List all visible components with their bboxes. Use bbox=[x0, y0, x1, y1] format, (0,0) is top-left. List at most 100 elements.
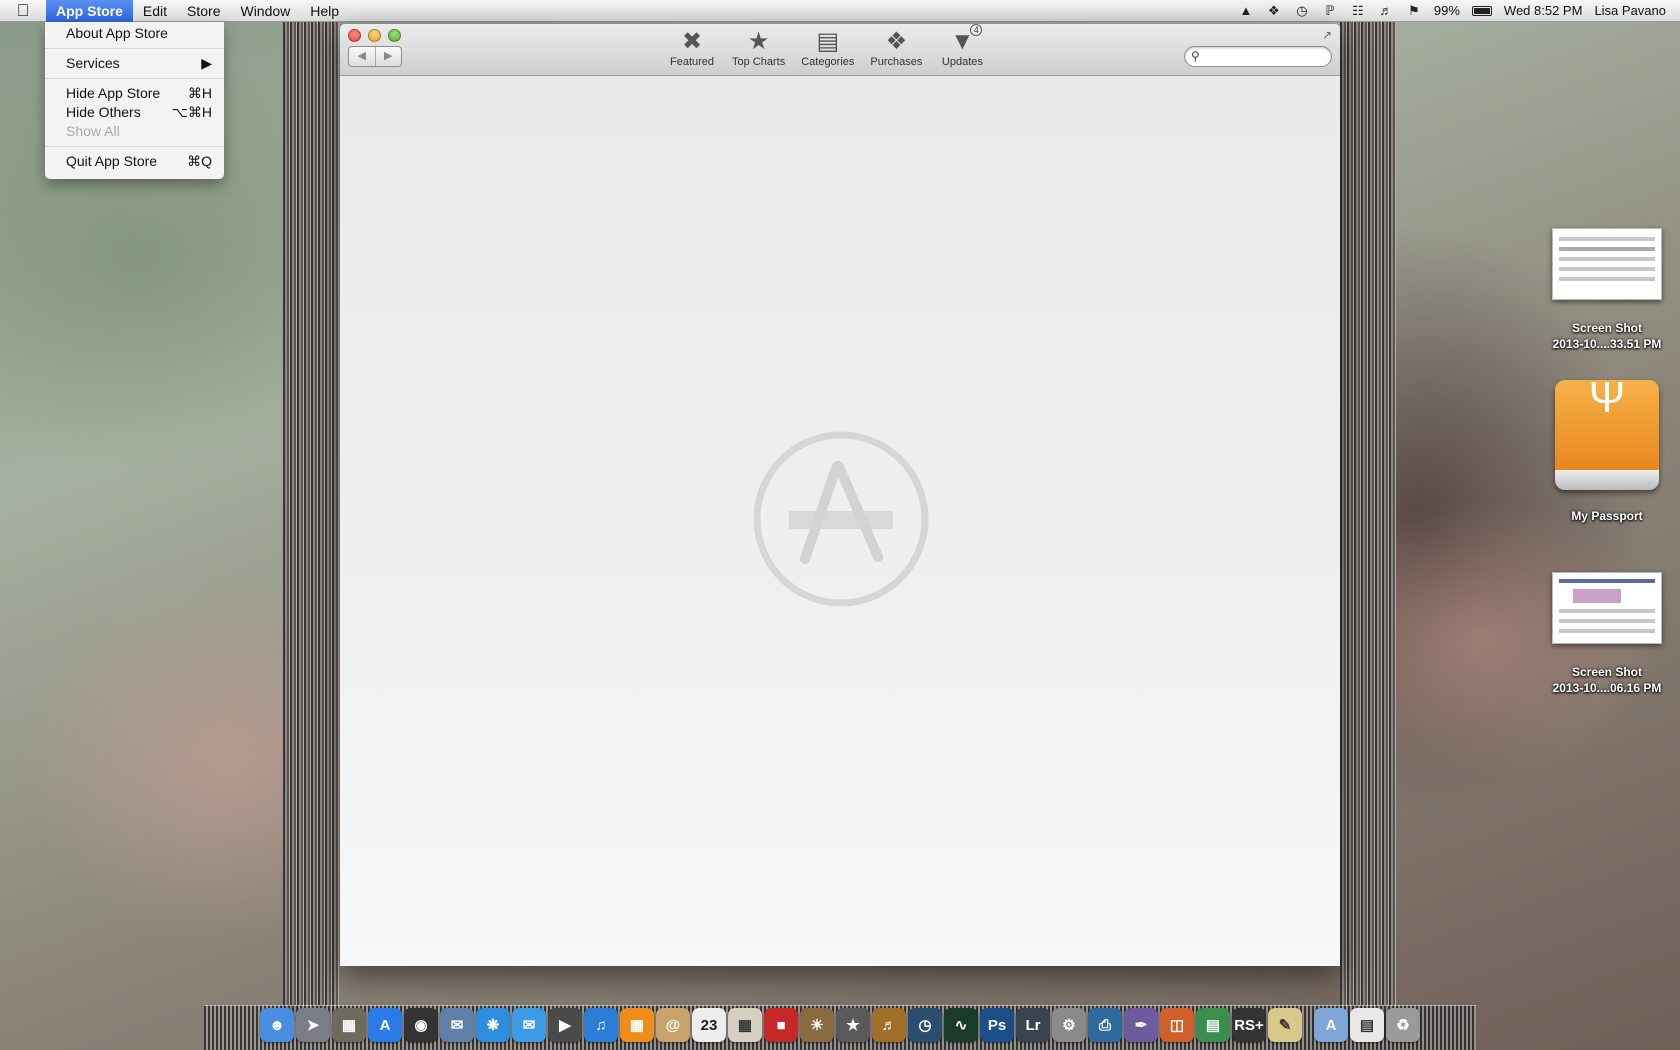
numbers-icon[interactable]: ▤ bbox=[1196, 1008, 1230, 1042]
hide-others-label: Hide Others bbox=[66, 104, 141, 120]
wifi-icon[interactable]: ☷ bbox=[1350, 3, 1366, 18]
preview-doc-icon[interactable]: ✎ bbox=[1268, 1008, 1302, 1042]
lightroom-icon[interactable]: Lr bbox=[1016, 1008, 1050, 1042]
applications-folder-icon[interactable]: A bbox=[1314, 1008, 1348, 1042]
user-name[interactable]: Lisa Pavano bbox=[1594, 3, 1666, 18]
dashboard-icon[interactable]: ◉ bbox=[404, 1008, 438, 1042]
updates-label: Updates bbox=[941, 56, 983, 68]
download-icon: ▼ 4 bbox=[951, 24, 983, 56]
quit-shortcut: ⌘Q bbox=[187, 153, 212, 169]
app-store-dropdown-menu: About App Store Services ▶ Hide App Store… bbox=[45, 22, 224, 179]
photo-booth-icon[interactable]: ■ bbox=[764, 1008, 798, 1042]
flame-icon[interactable]: ▲ bbox=[1238, 3, 1254, 18]
categories-tab[interactable]: ▤ Categories bbox=[793, 26, 862, 68]
content-area bbox=[340, 76, 1340, 966]
contacts-icon[interactable]: @ bbox=[656, 1008, 690, 1042]
launchpad-icon[interactable]: ➤ bbox=[296, 1008, 330, 1042]
services-label: Services bbox=[66, 55, 120, 71]
time-machine-icon[interactable]: ◷ bbox=[1294, 3, 1310, 18]
apple-menu-icon[interactable]:  bbox=[0, 0, 46, 22]
status-area: ▲ ❖ ◷ ℙ ☷ ♬ ⚑ 99% Wed 8:52 PM Lisa Pavan… bbox=[1238, 3, 1680, 18]
volume-icon[interactable]: ♬ bbox=[1378, 3, 1394, 18]
itunes-icon[interactable]: ♫ bbox=[584, 1008, 618, 1042]
garageband-icon[interactable]: ♬ bbox=[872, 1008, 906, 1042]
store-menu[interactable]: Store bbox=[177, 0, 230, 22]
toolbar: ✖ Featured ★ Top Charts ▤ Categories ❖ P… bbox=[660, 24, 994, 68]
trash-icon[interactable]: ♻ bbox=[1386, 1008, 1420, 1042]
dock-icons: ☻ ➤ ▦ A ◉ ✉ ❋ ✉ ▶ ♫ ▦ @ 23 ▦ ■ ☀ ★ ♬ ◷ ∿… bbox=[260, 1008, 1420, 1042]
app-store-window: ◀ ▶ ✖ Featured ★ Top Charts ▤ Categories… bbox=[340, 24, 1340, 966]
featured-label: Featured bbox=[669, 56, 715, 68]
my-passport-drive[interactable]: Ψ My Passport bbox=[1542, 376, 1672, 524]
battery-percent[interactable]: 99% bbox=[1434, 3, 1460, 18]
edit-menu[interactable]: Edit bbox=[133, 0, 177, 22]
preview-icon[interactable]: ▦ bbox=[728, 1008, 762, 1042]
documents-stack-icon[interactable]: ▤ bbox=[1350, 1008, 1384, 1042]
hide-label: Hide App Store bbox=[66, 85, 161, 101]
search-field[interactable]: ⚲ bbox=[1184, 46, 1332, 67]
top-charts-label: Top Charts bbox=[732, 56, 786, 68]
rs-app-icon[interactable]: RS+ bbox=[1232, 1008, 1266, 1042]
photoshop-icon[interactable]: Ps bbox=[980, 1008, 1014, 1042]
minimize-button[interactable] bbox=[368, 29, 381, 42]
ibooks-icon[interactable]: ▦ bbox=[620, 1008, 654, 1042]
screenshot-file-2[interactable]: Screen Shot 2013-10....06.16 PM bbox=[1542, 572, 1672, 696]
finder-icon[interactable]: ☻ bbox=[260, 1008, 294, 1042]
screenshot-1-subtitle: 2013-10....33.51 PM bbox=[1552, 337, 1662, 351]
app-store-logo-icon bbox=[753, 431, 929, 607]
quill-app-icon[interactable]: ✒ bbox=[1124, 1008, 1158, 1042]
bluetooth-icon[interactable]: ℙ bbox=[1322, 3, 1338, 18]
purchases-tab[interactable]: ❖ Purchases bbox=[862, 26, 930, 68]
desktop-artifact bbox=[1340, 22, 1396, 1022]
keynote-icon[interactable]: ◫ bbox=[1160, 1008, 1194, 1042]
featured-tab[interactable]: ✖ Featured bbox=[660, 26, 724, 68]
calendar-icon[interactable]: 23 bbox=[692, 1008, 726, 1042]
star-icon: ★ bbox=[747, 28, 770, 55]
mail-icon[interactable]: ✉ bbox=[440, 1008, 474, 1042]
search-icon: ⚲ bbox=[1191, 49, 1200, 63]
hide-app-menu-item[interactable]: Hide App Store ⌘H bbox=[45, 84, 224, 103]
forward-button[interactable]: ▶ bbox=[376, 47, 402, 66]
about-menu-item[interactable]: About App Store bbox=[45, 24, 224, 43]
submenu-arrow-icon: ▶ bbox=[201, 55, 212, 71]
us-flag-icon[interactable]: ⚑ bbox=[1406, 3, 1422, 18]
printer-icon[interactable]: ⎙ bbox=[1088, 1008, 1122, 1042]
updates-tab[interactable]: ▼ 4 Updates bbox=[930, 24, 994, 68]
time-machine-dock-icon[interactable]: ◷ bbox=[908, 1008, 942, 1042]
back-button[interactable]: ◀ bbox=[349, 47, 376, 66]
app-store-menu[interactable]: App Store bbox=[46, 0, 133, 22]
screenshot-1-title: Screen Shot bbox=[1571, 321, 1643, 335]
screenshot-2-subtitle: 2013-10....06.16 PM bbox=[1552, 681, 1662, 695]
clock[interactable]: Wed 8:52 PM bbox=[1504, 3, 1583, 18]
messages-icon[interactable]: ✉ bbox=[512, 1008, 546, 1042]
quit-menu-item[interactable]: Quit App Store ⌘Q bbox=[45, 152, 224, 171]
desktop-artifact bbox=[283, 22, 339, 1022]
close-button[interactable] bbox=[348, 29, 361, 42]
battery-icon[interactable] bbox=[1471, 5, 1492, 16]
show-all-label: Show All bbox=[66, 123, 120, 139]
window-menu[interactable]: Window bbox=[230, 0, 300, 22]
top-charts-tab[interactable]: ★ Top Charts bbox=[724, 26, 793, 68]
iphoto-icon[interactable]: ☀ bbox=[800, 1008, 834, 1042]
activity-monitor-icon[interactable]: ∿ bbox=[944, 1008, 978, 1042]
help-menu[interactable]: Help bbox=[300, 0, 349, 22]
hide-shortcut: ⌘H bbox=[187, 85, 212, 101]
screenshot-thumbnail bbox=[1552, 572, 1662, 644]
screenshot-file-1[interactable]: Screen Shot 2013-10....33.51 PM bbox=[1542, 228, 1672, 352]
fullscreen-icon[interactable]: ↗ bbox=[1322, 28, 1332, 42]
window-titlebar[interactable]: ◀ ▶ ✖ Featured ★ Top Charts ▤ Categories… bbox=[340, 24, 1340, 76]
app-store-dock-icon[interactable]: A bbox=[368, 1008, 402, 1042]
imovie-icon[interactable]: ★ bbox=[836, 1008, 870, 1042]
services-menu-item[interactable]: Services ▶ bbox=[45, 54, 224, 73]
mission-control-icon[interactable]: ▦ bbox=[332, 1008, 366, 1042]
quit-label: Quit App Store bbox=[66, 153, 158, 169]
search-input[interactable] bbox=[1207, 49, 1325, 64]
zoom-button[interactable] bbox=[388, 29, 401, 42]
about-label: About App Store bbox=[66, 25, 168, 41]
drive-label: My Passport bbox=[1571, 509, 1643, 523]
safari-icon[interactable]: ❋ bbox=[476, 1008, 510, 1042]
system-preferences-icon[interactable]: ⚙ bbox=[1052, 1008, 1086, 1042]
dropbox-icon[interactable]: ❖ bbox=[1266, 3, 1282, 18]
hide-others-menu-item[interactable]: Hide Others ⌥⌘H bbox=[45, 103, 224, 122]
facetime-icon[interactable]: ▶ bbox=[548, 1008, 582, 1042]
